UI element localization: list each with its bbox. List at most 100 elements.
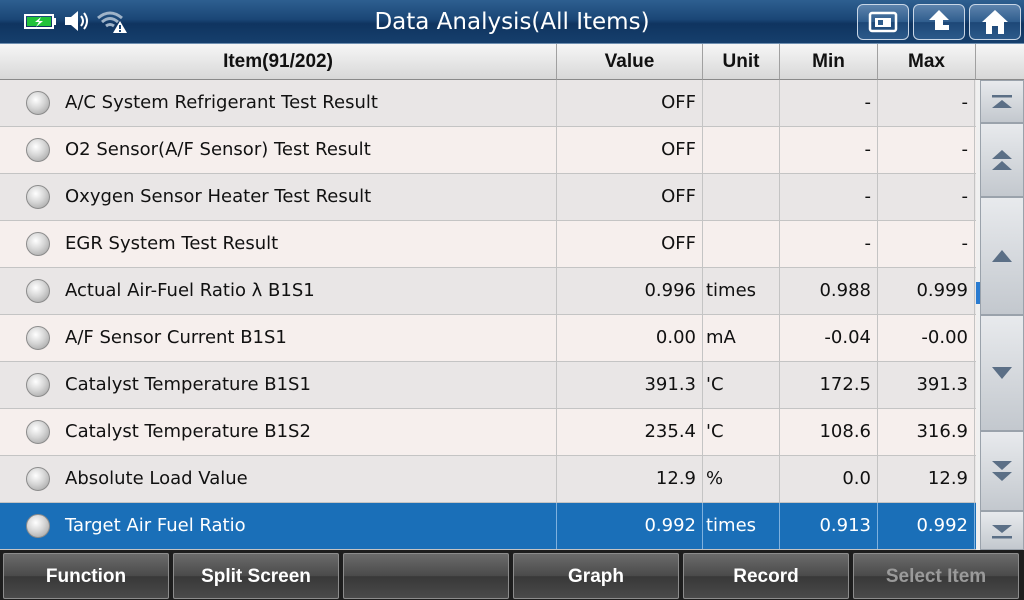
page-up-icon [992,150,1012,170]
item-name: Absolute Load Value [60,456,557,502]
select-item-button[interactable]: Select Item [853,553,1019,599]
row-radio[interactable] [0,80,60,126]
item-min: 172.5 [780,362,878,408]
column-header-value[interactable]: Value [557,44,703,80]
item-value: 0.996 [557,268,703,314]
radio-button-icon [26,420,50,444]
row-radio[interactable] [0,268,60,314]
header-corner [976,44,1024,80]
back-icon [929,10,949,30]
home-button[interactable] [969,4,1021,40]
column-header-max[interactable]: Max [878,44,976,80]
item-min: - [780,80,878,126]
home-icon [982,10,1008,34]
row-radio[interactable] [0,127,60,173]
column-header-min[interactable]: Min [780,44,878,80]
item-max: 12.9 [878,456,975,502]
row-radio[interactable] [0,456,60,502]
item-value: OFF [557,174,703,220]
item-name: A/F Sensor Current B1S1 [60,315,557,361]
item-name: O2 Sensor(A/F Sensor) Test Result [60,127,557,173]
row-radio[interactable] [0,174,60,220]
item-name: Target Air Fuel Ratio [60,503,557,549]
title-bar: Data Analysis(All Items) [0,0,1024,44]
item-unit [703,80,780,126]
record-button[interactable]: Record [683,553,849,599]
item-value: OFF [557,221,703,267]
item-max: 0.992 [878,503,975,549]
item-name: Catalyst Temperature B1S2 [60,409,557,455]
screenshot-button[interactable] [857,4,909,40]
item-max: -0.00 [878,315,975,361]
item-name: Catalyst Temperature B1S1 [60,362,557,408]
item-unit [703,127,780,173]
column-header-item[interactable]: Item(91/202) [0,44,557,80]
item-unit: 'C [703,409,780,455]
item-min: 0.0 [780,456,878,502]
item-unit: times [703,268,780,314]
item-unit: % [703,456,780,502]
item-min: - [780,221,878,267]
item-max: 316.9 [878,409,975,455]
graph-button[interactable]: Graph [513,553,679,599]
table-row[interactable]: A/C System Refrigerant Test Result OFF -… [0,80,976,127]
scroll-top-button[interactable] [980,80,1024,123]
item-value: 0.992 [557,503,703,549]
item-min: 0.988 [780,268,878,314]
row-radio[interactable] [0,503,60,549]
item-max: - [878,174,975,220]
item-value: 235.4 [557,409,703,455]
item-name: Oxygen Sensor Heater Test Result [60,174,557,220]
line-up-icon [992,250,1012,262]
page-up-button[interactable] [980,123,1024,197]
line-down-icon [992,367,1012,379]
function-button[interactable]: Function [3,553,169,599]
table-row-selected[interactable]: Target Air Fuel Ratio 0.992 times 0.913 … [0,503,976,550]
item-max: 0.999 [878,268,975,314]
row-radio[interactable] [0,315,60,361]
table-row[interactable]: A/F Sensor Current B1S1 0.00 mA -0.04 -0… [0,315,976,362]
scroll-bottom-button[interactable] [980,511,1024,550]
item-name: Actual Air-Fuel Ratio λ B1S1 [60,268,557,314]
item-max: - [878,221,975,267]
item-value: 0.00 [557,315,703,361]
blank-button[interactable] [343,553,509,599]
item-unit [703,221,780,267]
radio-button-icon [26,373,50,397]
scroll-panel [976,80,1024,550]
radio-button-icon [26,326,50,350]
radio-button-icon [26,279,50,303]
item-value: 12.9 [557,456,703,502]
table-row[interactable]: Catalyst Temperature B1S2 235.4 'C 108.6… [0,409,976,456]
table-row[interactable]: EGR System Test Result OFF - - [0,221,976,268]
table-row[interactable]: Actual Air-Fuel Ratio λ B1S1 0.996 times… [0,268,976,315]
item-value: OFF [557,127,703,173]
line-down-button[interactable] [980,315,1024,431]
item-max: - [878,80,975,126]
column-header-unit[interactable]: Unit [703,44,780,80]
back-button[interactable] [913,4,965,40]
item-max: - [878,127,975,173]
table-row[interactable]: Catalyst Temperature B1S1 391.3 'C 172.5… [0,362,976,409]
item-min: -0.04 [780,315,878,361]
item-min: 0.913 [780,503,878,549]
radio-button-icon [26,91,50,115]
scroll-bottom-icon [992,524,1012,538]
table-row[interactable]: O2 Sensor(A/F Sensor) Test Result OFF - … [0,127,976,174]
split-screen-button[interactable]: Split Screen [173,553,339,599]
page-down-button[interactable] [980,431,1024,511]
radio-button-icon [26,232,50,256]
screenshot-icon [868,11,898,33]
radio-button-icon [26,138,50,162]
item-unit: 'C [703,362,780,408]
item-value: OFF [557,80,703,126]
page-down-icon [992,461,1012,481]
row-radio[interactable] [0,362,60,408]
radio-button-icon [26,514,50,538]
line-up-button[interactable] [980,197,1024,315]
radio-button-icon [26,185,50,209]
table-row[interactable]: Absolute Load Value 12.9 % 0.0 12.9 [0,456,976,503]
table-row[interactable]: Oxygen Sensor Heater Test Result OFF - - [0,174,976,221]
row-radio[interactable] [0,221,60,267]
row-radio[interactable] [0,409,60,455]
